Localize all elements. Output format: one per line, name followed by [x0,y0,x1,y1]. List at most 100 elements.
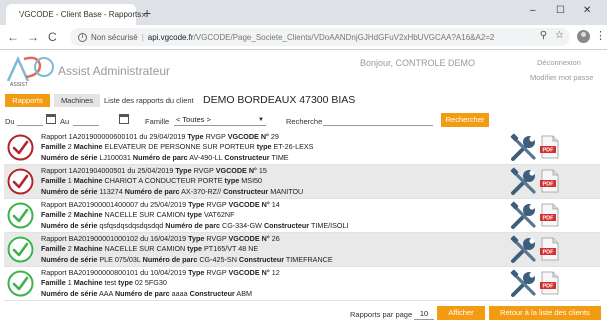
afficher-button[interactable]: Afficher [437,306,485,320]
maximize-icon[interactable]: ☐ [556,5,565,17]
constructeur-value: TIMEFRANCE [285,254,333,264]
machine-name: CHARIOT A CONDUCTEUR PORTE [104,176,223,186]
change-password-link[interactable]: Modifier mot passe [530,73,593,82]
machine-type: PT165/VT 48 NE [204,244,259,254]
report-row[interactable]: Rapport BA201900000800101 du 10/04/2019 … [4,267,600,301]
rapport-date: 25/04/2019 [137,166,174,175]
type-label: Type [187,132,204,141]
rapport-number: BA201900001000102 [68,234,139,243]
report-details: Rapport BA201900000800101 du 10/04/2019 … [41,268,280,299]
machine-type-label: type [224,176,240,186]
pdf-icon[interactable]: PDF [540,169,560,193]
vgcode-number: 12 [271,268,280,277]
machine-name: test [104,278,117,288]
type-label: Type [188,200,205,209]
search-input[interactable] [323,114,433,126]
report-row[interactable]: Rapport BA201900001400007 du 25/04/2019 … [4,199,600,233]
report-list: Rapport 1A201900000600101 du 29/04/2019 … [4,131,600,301]
search-button[interactable]: Rechercher [441,113,489,127]
app-title: Assist Administrateur [58,64,171,78]
browser-toolbar: ← → C i Non sécurisé | api.vgcode.fr /VG… [0,25,607,50]
machine-type: MSI50 [241,176,263,186]
reload-icon[interactable]: C [48,30,57,44]
type-label: Type [188,268,205,277]
machine-name: NACELLE SUR CAMION [104,244,186,254]
svg-text:PDF: PDF [543,250,555,256]
machine-name: NACELLE SUR CAMION [104,210,186,220]
tools-icon[interactable] [509,167,539,197]
address-bar[interactable]: i Non sécurisé | api.vgcode.fr /VGCODE/P… [70,28,570,46]
serie-label: Numéro de série [41,254,98,264]
type-label: Type [175,166,192,175]
vgcode-number: 26 [271,234,280,243]
tools-icon[interactable] [509,201,539,231]
pdf-icon[interactable]: PDF [540,271,560,295]
pdf-icon[interactable]: PDF [540,203,560,227]
browser-tab[interactable]: VGCODE - Client Base - Rapports × [6,4,147,25]
rapport-type: RVGP [193,166,214,175]
zoom-icon[interactable]: ⚲ [540,30,547,41]
machine-label: Machine [73,278,103,288]
tools-icon[interactable] [509,133,539,163]
constructeur-value: MANITOU [270,186,304,196]
status-ok-check-icon [7,236,34,263]
rapport-label: Rapport [41,200,67,209]
report-row[interactable]: Rapport 1A201900000600101 du 29/04/2019 … [4,131,600,165]
tab-rapports[interactable]: Rapports [5,94,50,107]
constructeur-value: ABM [236,288,252,298]
famille-value: 2 [67,142,72,152]
logout-link[interactable]: Déconnexion [537,58,581,67]
vgcode-number: 14 [271,200,280,209]
rapport-date: 16/04/2019 [150,234,187,243]
serie-value: AAA [98,288,113,298]
per-page-input[interactable]: 10 [414,307,434,320]
chevron-down-icon: ▼ [258,117,264,123]
per-page-label: Rapports par page [350,310,413,319]
rapport-label: Rapport [41,166,67,175]
vgcode-number: 29 [270,132,279,141]
vgcode-label: VGCODE N° [228,268,270,277]
tools-icon[interactable] [509,235,539,265]
machine-label: Machine [73,142,103,152]
parc-value: AV-490-LL [189,152,223,162]
vgcode-label: VGCODE N° [215,166,257,175]
browser-menu-icon[interactable]: ⋮ [595,29,606,43]
parc-label: Numéro de parc [142,254,198,264]
calendar-from-icon[interactable] [46,114,56,124]
du-label: du [139,132,148,141]
account-avatar-icon[interactable] [577,30,590,43]
tab-machines[interactable]: Machines [54,94,100,107]
close-window-icon[interactable]: ✕ [583,5,591,17]
famille-label: Famille [41,278,66,288]
back-icon[interactable]: ← [7,30,19,44]
date-to-input[interactable] [73,114,99,126]
report-row[interactable]: Rapport BA201900001000102 du 16/04/2019 … [4,233,600,267]
du-label: du [127,166,136,175]
rapport-type: RVGP [205,132,226,141]
calendar-to-icon[interactable] [119,114,129,124]
parc-label: Numéro de parc [124,186,180,196]
forward-icon[interactable]: → [27,30,39,44]
rapport-date: 29/04/2019 [149,132,186,141]
tools-icon[interactable] [509,269,539,299]
rapport-number: BA201900001400007 [68,200,139,209]
constructeur-label: Constructeur [189,288,235,298]
serie-label: Numéro de série [41,220,98,230]
famille-label: Famille [41,244,66,254]
info-icon[interactable]: i [78,32,87,42]
minimize-icon[interactable]: – [530,5,536,17]
famille-select[interactable]: < Toutes > ▼ [174,114,266,126]
constructeur-value: TIME [271,152,289,162]
bookmark-star-icon[interactable]: ☆ [555,30,564,41]
famille-select-value: < Toutes > [176,115,211,124]
du-label: du [140,200,149,209]
report-row[interactable]: Rapport 1A201904000501 du 25/04/2019 Typ… [4,165,600,199]
new-tab-button[interactable]: + [143,6,151,20]
date-from-input[interactable] [17,114,43,126]
serie-label: Numéro de série [41,186,98,196]
report-details: Rapport 1A201904000501 du 25/04/2019 Typ… [41,166,303,197]
svg-text:PDF: PDF [543,148,555,154]
pdf-icon[interactable]: PDF [540,135,560,159]
back-to-clients-button[interactable]: Retour à la liste des clients [489,306,601,320]
pdf-icon[interactable]: PDF [540,237,560,261]
